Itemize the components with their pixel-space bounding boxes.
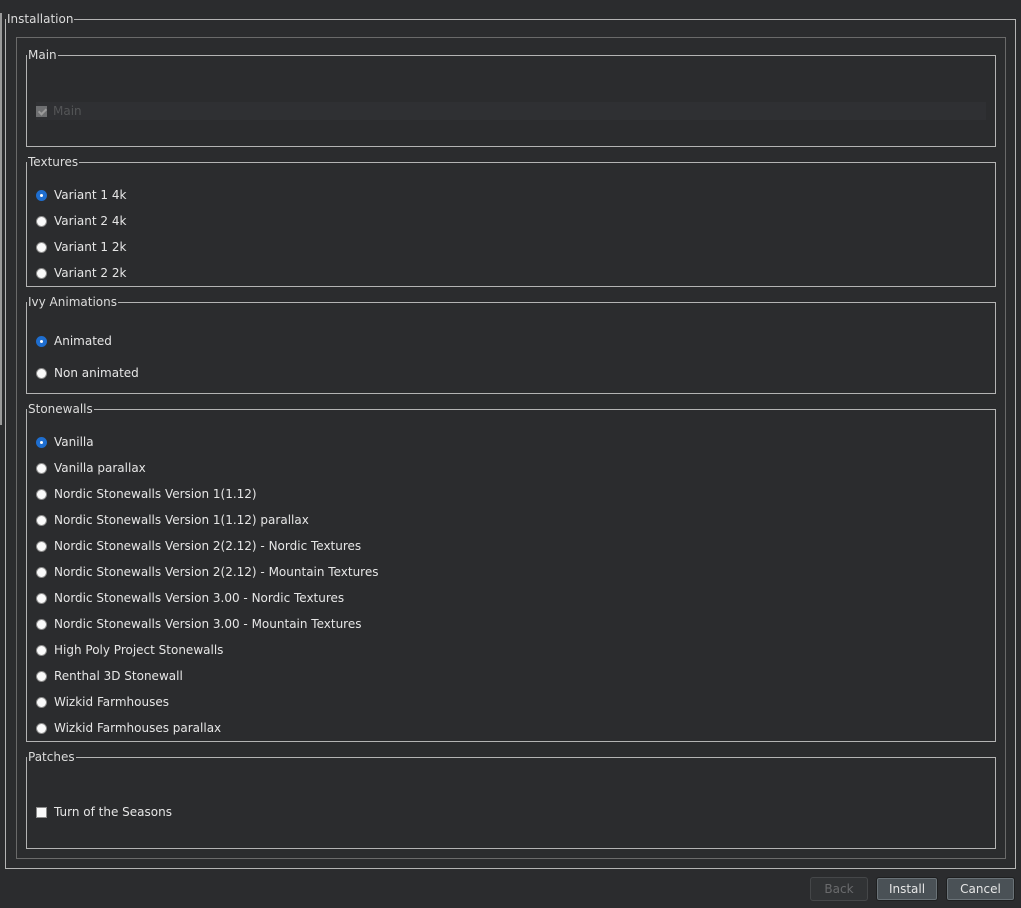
cancel-button[interactable]: Cancel	[946, 877, 1015, 901]
ivy-option-animated[interactable]: Animated	[36, 332, 112, 350]
stonewalls-option[interactable]: Nordic Stonewalls Version 2(2.12) - Nord…	[36, 537, 361, 555]
radio-button[interactable]	[36, 592, 47, 604]
patches-group-title: Patches	[28, 750, 75, 764]
radio-button[interactable]	[36, 267, 47, 279]
ivy-animations-group-title: Ivy Animations	[28, 295, 117, 309]
option-label: Vanilla	[54, 435, 94, 449]
installation-title: Installation	[7, 12, 74, 26]
textures-option-variant-2-2k[interactable]: Variant 2 2k	[36, 264, 126, 282]
radio-button[interactable]	[36, 335, 47, 347]
stonewalls-option[interactable]: High Poly Project Stonewalls	[36, 641, 223, 659]
stonewalls-option[interactable]: Nordic Stonewalls Version 2(2.12) - Moun…	[36, 563, 378, 581]
main-checkbox-row: Main	[36, 102, 986, 120]
option-label: Wizkid Farmhouses parallax	[54, 721, 222, 735]
option-label: Nordic Stonewalls Version 1(1.12) parall…	[54, 513, 309, 527]
stonewalls-option[interactable]: Vanilla parallax	[36, 459, 146, 477]
option-label: Nordic Stonewalls Version 1(1.12)	[54, 487, 257, 501]
option-label: Turn of the Seasons	[54, 805, 172, 819]
radio-button[interactable]	[36, 540, 47, 552]
main-group-title: Main	[28, 48, 57, 62]
radio-button[interactable]	[36, 514, 47, 526]
textures-option-variant-1-4k[interactable]: Variant 1 4k	[36, 186, 126, 204]
stonewalls-option[interactable]: Nordic Stonewalls Version 1(1.12) parall…	[36, 511, 309, 529]
radio-button[interactable]	[36, 670, 47, 682]
ivy-animations-group: Ivy Animations Animated Non animated	[26, 295, 996, 394]
textures-option-variant-2-4k[interactable]: Variant 2 4k	[36, 212, 126, 230]
option-label: Wizkid Farmhouses	[54, 695, 169, 709]
option-label: Variant 2 4k	[54, 214, 127, 228]
option-label: Non animated	[54, 366, 139, 380]
stonewalls-option[interactable]: Wizkid Farmhouses parallax	[36, 719, 221, 737]
patches-group: Patches Turn of the Seasons	[26, 750, 996, 849]
ivy-option-non-animated[interactable]: Non animated	[36, 364, 139, 382]
option-label: Variant 1 2k	[54, 240, 127, 254]
radio-button[interactable]	[36, 189, 47, 201]
radio-button[interactable]	[36, 696, 47, 708]
radio-button[interactable]	[36, 462, 47, 474]
stonewalls-option[interactable]: Nordic Stonewalls Version 3.00 - Nordic …	[36, 589, 344, 607]
window-left-edge	[0, 13, 2, 425]
option-label: Variant 1 4k	[54, 188, 127, 202]
stonewalls-group: Stonewalls Vanilla Vanilla parallax Nord…	[26, 402, 996, 742]
option-label: Nordic Stonewalls Version 2(2.12) - Moun…	[54, 565, 379, 579]
stonewalls-option[interactable]: Nordic Stonewalls Version 1(1.12)	[36, 485, 257, 503]
main-group: Main Main	[26, 48, 996, 147]
stonewalls-group-title: Stonewalls	[28, 402, 93, 416]
patches-option-turn-of-the-seasons[interactable]: Turn of the Seasons	[36, 803, 172, 821]
textures-group-title: Textures	[28, 155, 79, 169]
radio-button[interactable]	[36, 367, 47, 379]
radio-button[interactable]	[36, 241, 47, 253]
option-label: Variant 2 2k	[54, 266, 127, 280]
back-button[interactable]: Back	[810, 877, 868, 901]
option-label: Nordic Stonewalls Version 2(2.12) - Nord…	[54, 539, 362, 553]
option-label: Nordic Stonewalls Version 3.00 - Mountai…	[54, 617, 362, 631]
checkbox[interactable]	[36, 806, 47, 818]
radio-button[interactable]	[36, 566, 47, 578]
install-button[interactable]: Install	[876, 877, 938, 901]
radio-button[interactable]	[36, 644, 47, 656]
stonewalls-option[interactable]: Wizkid Farmhouses	[36, 693, 169, 711]
stonewalls-option[interactable]: Nordic Stonewalls Version 3.00 - Mountai…	[36, 615, 361, 633]
radio-button[interactable]	[36, 436, 47, 448]
option-label: Vanilla parallax	[54, 461, 146, 475]
option-label: Renthal 3D Stonewall	[54, 669, 183, 683]
stonewalls-option[interactable]: Renthal 3D Stonewall	[36, 667, 183, 685]
textures-option-variant-1-2k[interactable]: Variant 1 2k	[36, 238, 126, 256]
main-checkbox-label: Main	[53, 104, 82, 118]
option-label: Animated	[54, 334, 112, 348]
main-checkbox	[36, 105, 47, 117]
radio-button[interactable]	[36, 618, 47, 630]
option-label: Nordic Stonewalls Version 3.00 - Nordic …	[54, 591, 345, 605]
radio-button[interactable]	[36, 488, 47, 500]
radio-button[interactable]	[36, 722, 47, 734]
stonewalls-option[interactable]: Vanilla	[36, 433, 94, 451]
radio-button[interactable]	[36, 215, 47, 227]
textures-group: Textures Variant 1 4k Variant 2 4k Varia…	[26, 155, 996, 287]
option-label: High Poly Project Stonewalls	[54, 643, 224, 657]
